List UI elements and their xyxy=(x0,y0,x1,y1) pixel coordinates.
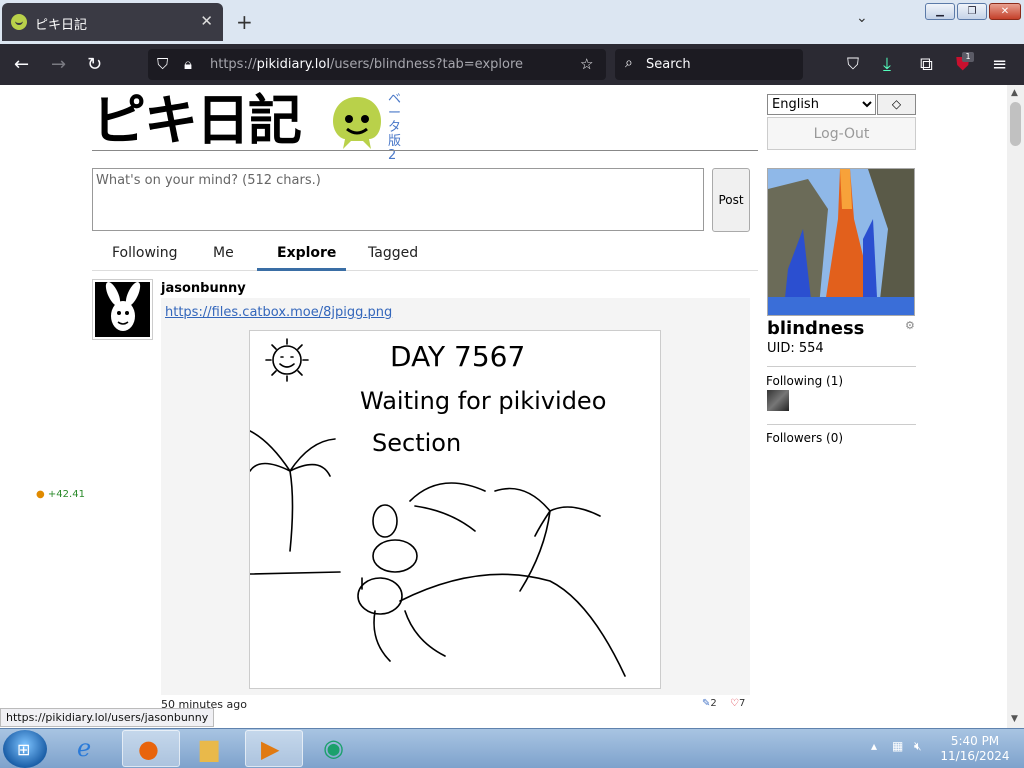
gear-icon[interactable]: ⚙ xyxy=(905,319,915,332)
windows-logo-icon: ⊞ xyxy=(17,740,31,759)
shield-icon[interactable]: ⛉ xyxy=(157,55,168,73)
clock-date: 11/16/2024 xyxy=(940,749,1010,763)
language-select[interactable]: English xyxy=(767,94,876,115)
comments-count: 2 xyxy=(710,698,717,709)
taskbar-firefox[interactable]: ● xyxy=(122,730,180,767)
post-username[interactable]: jasonbunny xyxy=(161,281,246,296)
network-icon[interactable]: ▦ xyxy=(892,739,903,753)
profile-uid: UID: 554 xyxy=(767,341,824,356)
tab-title: ピキ日記 xyxy=(35,18,88,33)
sidebar-divider xyxy=(767,366,916,367)
system-clock[interactable]: 5:40 PM 11/16/2024 xyxy=(940,734,1010,764)
bookmark-star-icon[interactable]: ☆ xyxy=(580,55,593,73)
extensions-icon[interactable]: ⧉ xyxy=(920,54,933,75)
pocket-icon[interactable]: ⛉ xyxy=(847,54,859,74)
page-content: ピキ日記 ベータ版2 English ◇ Log-Out Post Follow… xyxy=(0,85,1007,728)
sidebar-divider xyxy=(767,424,916,425)
tab-me[interactable]: Me xyxy=(213,245,234,261)
scrollbar-thumb[interactable] xyxy=(1010,102,1021,146)
logout-button[interactable]: Log-Out xyxy=(767,117,916,150)
menu-hamburger-icon[interactable]: ≡ xyxy=(992,54,1007,75)
volume-muted-icon[interactable]: 🔇︎ xyxy=(914,739,922,754)
back-arrow-icon[interactable]: ← xyxy=(14,54,29,75)
list-all-tabs-icon[interactable]: ⌄ xyxy=(856,10,868,26)
tab-following[interactable]: Following xyxy=(112,245,178,261)
tab-tagged[interactable]: Tagged xyxy=(368,245,418,261)
score-badge: ● +42.41 xyxy=(36,489,85,500)
site-favicon-icon xyxy=(11,14,27,30)
clock-time: 5:40 PM xyxy=(950,734,1000,748)
taskbar-ie[interactable]: ℯ xyxy=(62,730,120,767)
taskbar-explorer[interactable]: ▆ xyxy=(185,730,243,767)
window-close-button[interactable]: ✕ xyxy=(989,3,1021,20)
flame-icon: ● xyxy=(36,489,45,500)
ie-icon: ℯ xyxy=(77,734,92,762)
forward-arrow-icon[interactable]: → xyxy=(51,54,66,75)
tab-close-icon[interactable]: ✕ xyxy=(200,12,213,30)
browser-tab-bar: ピキ日記 ✕ + ⌄ ▁ ❐ ✕ xyxy=(0,0,1024,44)
logo-text: ピキ日記 xyxy=(92,89,302,152)
minimize-button[interactable]: ▁ xyxy=(925,3,955,20)
heart-icon: ♡ xyxy=(730,698,739,709)
taskbar: ⊞ ℯ ● ▆ ▶ ◉ ▴ ▦ 🔇︎ 5:40 PM 11/16/2024 xyxy=(0,728,1024,768)
likes-count: 7 xyxy=(738,698,746,709)
header-divider xyxy=(92,150,758,151)
restore-button[interactable]: ❐ xyxy=(957,3,987,20)
following-avatar[interactable] xyxy=(767,390,789,411)
tab-explore[interactable]: Explore xyxy=(277,245,336,261)
browser-tab[interactable]: ピキ日記 ✕ xyxy=(2,3,223,41)
scroll-down-icon[interactable]: ▼ xyxy=(1011,714,1018,724)
profile-name: blindness xyxy=(767,318,865,339)
post-author-avatar[interactable] xyxy=(92,279,153,340)
scroll-up-icon[interactable]: ▲ xyxy=(1011,88,1018,98)
firefox-icon: ● xyxy=(138,735,159,763)
theme-toggle-button[interactable]: ◇ xyxy=(877,94,916,115)
extension-badge: 1 xyxy=(962,52,974,62)
media-player-icon: ▶ xyxy=(261,735,280,763)
app-icon: ◉ xyxy=(323,734,344,762)
address-bar[interactable]: ⛉ 🔒︎ https://pikidiary.lol/users/blindne… xyxy=(148,49,606,80)
search-box[interactable]: ⌕ xyxy=(615,49,803,80)
start-button[interactable]: ⊞ xyxy=(3,730,47,768)
status-url-tooltip: https://pikidiary.lol/users/jasonbunny xyxy=(0,708,215,727)
url-text[interactable]: https://pikidiary.lol/users/blindness?ta… xyxy=(210,57,523,72)
taskbar-media-player[interactable]: ▶ xyxy=(245,730,303,767)
post-compose-input[interactable] xyxy=(92,168,704,231)
followers-label[interactable]: Followers (0) xyxy=(766,431,843,445)
beta-label: ベータ版2 xyxy=(388,92,402,163)
post-button[interactable]: Post xyxy=(712,168,750,232)
browser-nav-bar: ← → ↻ ⛉ 🔒︎ https://pikidiary.lol/users/b… xyxy=(0,44,1024,85)
mascot-icon xyxy=(333,97,381,149)
page-scrollbar[interactable]: ▲ ▼ xyxy=(1007,85,1024,728)
new-tab-icon[interactable]: + xyxy=(236,10,253,34)
search-input[interactable] xyxy=(646,49,796,80)
search-icon: ⌕ xyxy=(625,55,633,71)
like-button[interactable]: ♡7 xyxy=(730,698,745,709)
post-body: https://files.catbox.moe/8jpigg.png DAY … xyxy=(161,298,750,695)
post-drawing-image[interactable]: DAY 7567 Waiting for pikivideo Section xyxy=(249,330,661,689)
comments-button[interactable]: ✎2 xyxy=(702,698,717,709)
reload-icon[interactable]: ↻ xyxy=(87,54,102,75)
folder-icon: ▆ xyxy=(200,734,219,762)
profile-picture[interactable] xyxy=(767,168,915,316)
post-image-link[interactable]: https://files.catbox.moe/8jpigg.png xyxy=(165,305,392,320)
active-tab-indicator xyxy=(257,268,346,271)
tray-expand-icon[interactable]: ▴ xyxy=(871,739,877,753)
downloads-icon[interactable]: ⤓ xyxy=(883,54,891,75)
feed-tabs: Following Me Explore Tagged xyxy=(92,238,758,271)
following-label[interactable]: Following (1) xyxy=(766,374,843,388)
site-logo[interactable]: ピキ日記 ベータ版2 xyxy=(92,89,402,163)
lock-icon[interactable]: 🔒︎ xyxy=(184,55,192,73)
taskbar-app[interactable]: ◉ xyxy=(308,730,366,767)
